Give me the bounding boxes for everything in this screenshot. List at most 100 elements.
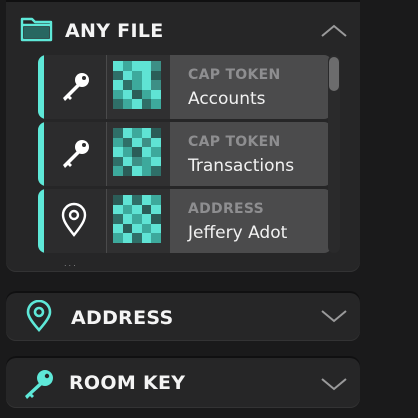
- chevron-down-icon[interactable]: [320, 309, 348, 323]
- identicon-cell: [132, 80, 142, 90]
- location-pin-icon: [61, 202, 87, 237]
- identicon-cell: [141, 89, 152, 100]
- identicon-cell: [122, 166, 133, 176]
- identicon-cell: [151, 156, 161, 167]
- identicon-cell: [141, 128, 152, 138]
- item-name: Transactions: [188, 156, 295, 176]
- identicon-cell: [132, 214, 142, 224]
- identicon-cell: [132, 137, 142, 148]
- identicon-cell: [132, 70, 142, 81]
- identicon-cell: [141, 99, 152, 109]
- identicon-cell: [132, 223, 142, 234]
- identicon-cell: [151, 147, 161, 157]
- identicon-cell: [141, 214, 152, 224]
- item-icon-cell: [44, 122, 107, 186]
- identicon-cell: [141, 80, 152, 90]
- address-header[interactable]: ADDRESS: [6, 291, 360, 349]
- identicon-cell: [141, 156, 152, 167]
- identicon-cell: [151, 195, 161, 205]
- list-item[interactable]: CAP TOKEN Accounts: [38, 55, 332, 119]
- item-info: CAP TOKEN Transactions: [170, 122, 332, 186]
- identicon-cell: [113, 61, 123, 71]
- file-list: CAP TOKEN Accounts CAP TOKEN Transaction…: [38, 55, 340, 255]
- identicon-cell: [113, 80, 123, 90]
- identicon-cell: [151, 70, 161, 81]
- identicon-cell: [151, 89, 161, 100]
- identicon-cell: [141, 70, 152, 81]
- identicon-cell: [141, 61, 152, 71]
- item-name: Accounts: [188, 89, 266, 109]
- identicon-cell: [122, 80, 133, 90]
- key-icon: [63, 140, 89, 168]
- identicon-cell: [113, 137, 123, 148]
- key-icon: [25, 370, 53, 399]
- more-indicator: ...: [64, 259, 78, 268]
- identicon-cell: [122, 204, 133, 215]
- identicon-cell: [113, 89, 123, 100]
- identicon-cell: [122, 61, 133, 71]
- identicon-cell: [122, 89, 133, 100]
- identicon-thumbnail: [107, 189, 170, 253]
- room-key-panel[interactable]: ROOM KEY: [6, 356, 360, 408]
- identicon-cell: [113, 214, 123, 224]
- scrollbar-thumb[interactable]: [329, 57, 339, 91]
- any-file-title: ANY FILE: [65, 20, 164, 42]
- item-type: CAP TOKEN: [188, 134, 281, 150]
- list-item[interactable]: CAP TOKEN Transactions: [38, 122, 332, 186]
- any-file-header[interactable]: ANY FILE: [6, 0, 360, 58]
- identicon-cell: [113, 223, 123, 234]
- identicon-cell: [122, 128, 133, 138]
- identicon-cell: [122, 137, 133, 148]
- list-scrollbar[interactable]: [328, 55, 340, 253]
- identicon-cell: [113, 70, 123, 81]
- identicon-cell: [141, 137, 152, 148]
- list-item[interactable]: ADDRESS Jeffery Adot: [38, 189, 332, 253]
- identicon-cell: [132, 204, 142, 215]
- identicon-cell: [141, 147, 152, 157]
- location-pin-icon: [26, 300, 52, 332]
- identicon-cell: [141, 166, 152, 176]
- identicon-cell: [122, 195, 133, 205]
- item-info: CAP TOKEN Accounts: [170, 55, 332, 119]
- key-icon: [63, 73, 89, 101]
- identicon-cell: [132, 156, 142, 167]
- item-info: ADDRESS Jeffery Adot: [170, 189, 332, 253]
- identicon-cell: [132, 147, 142, 157]
- identicon-cell: [132, 128, 142, 138]
- identicon-cell: [132, 99, 142, 109]
- identicon-cell: [122, 70, 133, 81]
- folder-icon: [20, 17, 53, 42]
- room-key-title: ROOM KEY: [69, 372, 186, 394]
- identicon-cell: [113, 195, 123, 205]
- identicon-cell: [151, 214, 161, 224]
- identicon-cell: [132, 195, 142, 205]
- identicon-cell: [122, 233, 133, 243]
- identicon-cell: [151, 166, 161, 176]
- identicon-cell: [141, 233, 152, 243]
- item-icon-cell: [44, 189, 107, 253]
- identicon-cell: [113, 99, 123, 109]
- identicon-cell: [132, 61, 142, 71]
- identicon-cell: [113, 147, 123, 157]
- identicon-cell: [113, 156, 123, 167]
- identicon-cell: [141, 223, 152, 234]
- identicon-cell: [113, 233, 123, 243]
- identicon-cell: [113, 128, 123, 138]
- chevron-down-icon[interactable]: [320, 377, 348, 391]
- chevron-up-icon[interactable]: [320, 24, 348, 38]
- identicon-cell: [141, 204, 152, 215]
- identicon-cell: [141, 195, 152, 205]
- identicon-cell: [122, 156, 133, 167]
- identicon-cell: [113, 166, 123, 176]
- identicon-cell: [151, 128, 161, 138]
- item-type: CAP TOKEN: [188, 67, 281, 83]
- identicon-cell: [151, 99, 161, 109]
- identicon-cell: [151, 80, 161, 90]
- identicon-cell: [122, 214, 133, 224]
- identicon-cell: [151, 137, 161, 148]
- identicon-cell: [151, 233, 161, 243]
- identicon-cell: [132, 89, 142, 100]
- room-key-header[interactable]: ROOM KEY: [6, 356, 360, 414]
- address-panel[interactable]: ADDRESS: [6, 291, 360, 341]
- item-name: Jeffery Adot: [188, 223, 288, 243]
